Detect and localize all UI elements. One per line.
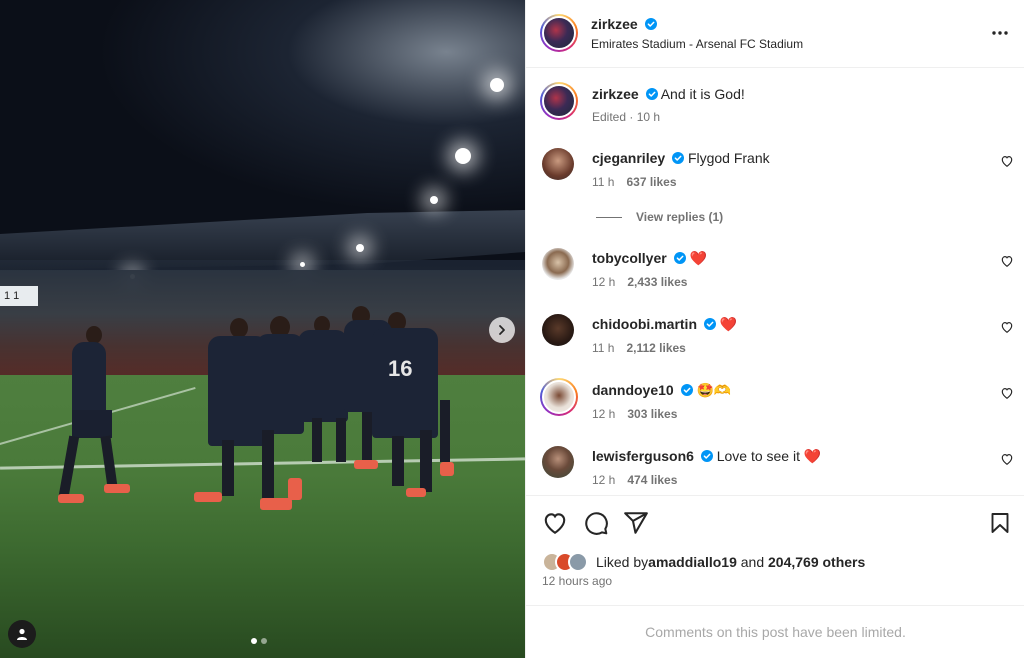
author-username[interactable]: zirkzee bbox=[591, 16, 638, 32]
comment-avatar[interactable] bbox=[542, 248, 574, 280]
floodlight bbox=[455, 148, 471, 164]
caption-username[interactable]: zirkzee bbox=[592, 86, 639, 102]
comment-avatar[interactable] bbox=[540, 378, 578, 416]
verified-badge-icon bbox=[645, 18, 658, 30]
user-icon bbox=[17, 628, 27, 640]
comment-time: 12 h bbox=[592, 275, 616, 289]
carousel-dot-active bbox=[251, 638, 257, 644]
bookmark-icon[interactable] bbox=[988, 510, 1012, 536]
heart-icon[interactable] bbox=[1000, 386, 1014, 400]
verified-badge-icon bbox=[673, 252, 686, 264]
share-icon[interactable] bbox=[623, 510, 649, 536]
comment-text: ❤️ bbox=[719, 316, 738, 332]
verified-badge-icon bbox=[703, 318, 716, 330]
comment-likes[interactable]: 474 likes bbox=[627, 473, 677, 487]
caption-text-row: zirkzee And it is God! bbox=[592, 86, 745, 102]
comment-text-row: danndoye10 🤩🫶 bbox=[592, 382, 731, 399]
comment-likes[interactable]: 303 likes bbox=[627, 407, 677, 421]
likes-prefix: Liked by bbox=[596, 554, 649, 570]
floodlight bbox=[356, 244, 364, 252]
comment-text: ❤️ bbox=[689, 250, 707, 266]
comment-text-row: tobycollyer ❤️ bbox=[592, 250, 707, 267]
comment-time: 11 h bbox=[592, 341, 615, 355]
post-location[interactable]: Emirates Stadium - Arsenal FC Stadium bbox=[591, 37, 803, 51]
comment-item: danndoye10 🤩🫶 12 h 303 likes bbox=[526, 378, 1024, 430]
comment-time: 12 h bbox=[592, 407, 616, 421]
comment-item: tobycollyer ❤️ 12 h 2,433 likes bbox=[526, 248, 1024, 298]
comment-avatar[interactable] bbox=[542, 314, 574, 346]
caption-meta: Edited · 10 h bbox=[592, 110, 661, 124]
verified-badge-icon bbox=[700, 450, 713, 462]
comment-text: 🤩🫶 bbox=[696, 382, 732, 398]
likes-summary: Liked by amaddiallo19 and 204,769 others bbox=[542, 552, 865, 572]
comment-text-row: cjeganriley Flygod Frank bbox=[592, 150, 770, 166]
comment-time: 11 h bbox=[592, 175, 615, 189]
heart-icon[interactable] bbox=[1000, 154, 1014, 168]
floodlight bbox=[300, 262, 305, 267]
stadium-scoreboard: 1 1 bbox=[0, 286, 38, 306]
carousel-dots bbox=[251, 638, 267, 644]
post-actions: Liked by amaddiallo19 and 204,769 others… bbox=[526, 495, 1024, 605]
author-avatar[interactable] bbox=[540, 14, 578, 52]
comment-text: Flygod Frank bbox=[687, 150, 770, 166]
comment-avatar[interactable] bbox=[542, 446, 574, 478]
verified-badge-icon bbox=[680, 384, 693, 396]
comment-meta: 12 h 474 likes bbox=[592, 473, 677, 487]
post-photo[interactable]: 1 1 16 bbox=[0, 0, 525, 658]
replies-divider bbox=[596, 217, 622, 219]
heart-icon[interactable] bbox=[1000, 254, 1014, 268]
comment-time: 12 h bbox=[592, 473, 616, 487]
floodlight bbox=[430, 196, 438, 204]
comment-text-row: chidoobi.martin ❤️ bbox=[592, 316, 737, 333]
chevron-right-icon bbox=[499, 325, 505, 335]
author-row: zirkzee bbox=[591, 16, 658, 34]
floodlight bbox=[490, 78, 504, 92]
comment-meta: 12 h 303 likes bbox=[592, 407, 677, 421]
comment-meta: 11 h 637 likes bbox=[592, 175, 677, 189]
verified-badge-icon bbox=[672, 152, 685, 164]
likes-middle: and bbox=[736, 554, 768, 570]
verified-badge-icon bbox=[645, 88, 658, 100]
comment-text: Love to see it ❤️ bbox=[716, 448, 822, 464]
liker-avatar bbox=[568, 552, 588, 572]
liker-username[interactable]: amaddiallo19 bbox=[648, 554, 737, 570]
tagged-users-button[interactable] bbox=[8, 620, 36, 648]
likes-count[interactable]: 204,769 others bbox=[768, 554, 865, 570]
post-side-panel: zirkzee Emirates Stadium - Arsenal FC St… bbox=[525, 0, 1024, 658]
heart-icon[interactable] bbox=[1000, 320, 1014, 334]
comment-avatar[interactable] bbox=[542, 148, 574, 180]
comments-limited-notice: Comments on this post have been limited. bbox=[526, 605, 1024, 658]
more-options-icon[interactable] bbox=[991, 24, 1009, 42]
heart-icon[interactable] bbox=[1000, 452, 1014, 466]
post-timestamp[interactable]: 12 hours ago bbox=[542, 574, 612, 588]
comment-username[interactable]: danndoye10 bbox=[592, 382, 674, 398]
caption-author-avatar[interactable] bbox=[540, 82, 578, 120]
comment-item: lewisferguson6 Love to see it ❤️ 12 h 474… bbox=[526, 446, 1024, 496]
comment-likes[interactable]: 637 likes bbox=[626, 175, 676, 189]
comment-text-row: lewisferguson6 Love to see it ❤️ bbox=[592, 448, 821, 465]
comment-likes[interactable]: 2,112 likes bbox=[626, 341, 685, 355]
post-header: zirkzee Emirates Stadium - Arsenal FC St… bbox=[526, 0, 1024, 68]
comment-meta: 12 h 2,433 likes bbox=[592, 275, 687, 289]
comment-username[interactable]: cjeganriley bbox=[592, 150, 665, 166]
comment-username[interactable]: lewisferguson6 bbox=[592, 448, 694, 464]
carousel-dot bbox=[261, 638, 267, 644]
comment-username[interactable]: chidoobi.martin bbox=[592, 316, 697, 332]
caption-text: And it is God! bbox=[660, 86, 745, 102]
comment-item: chidoobi.martin ❤️ 11 h 2,112 likes bbox=[526, 314, 1024, 364]
view-replies-label: View replies (1) bbox=[636, 210, 724, 224]
comment-meta: 11 h 2,112 likes bbox=[592, 341, 686, 355]
comment-icon[interactable] bbox=[583, 510, 609, 536]
comment-item: cjeganriley Flygod Frank 11 h 637 likes bbox=[526, 148, 1024, 198]
view-replies-button[interactable]: View replies (1) bbox=[596, 210, 723, 224]
carousel-next-button[interactable] bbox=[489, 317, 515, 343]
heart-icon[interactable] bbox=[542, 510, 568, 536]
comment-username[interactable]: tobycollyer bbox=[592, 250, 667, 266]
comment-likes[interactable]: 2,433 likes bbox=[627, 275, 687, 289]
